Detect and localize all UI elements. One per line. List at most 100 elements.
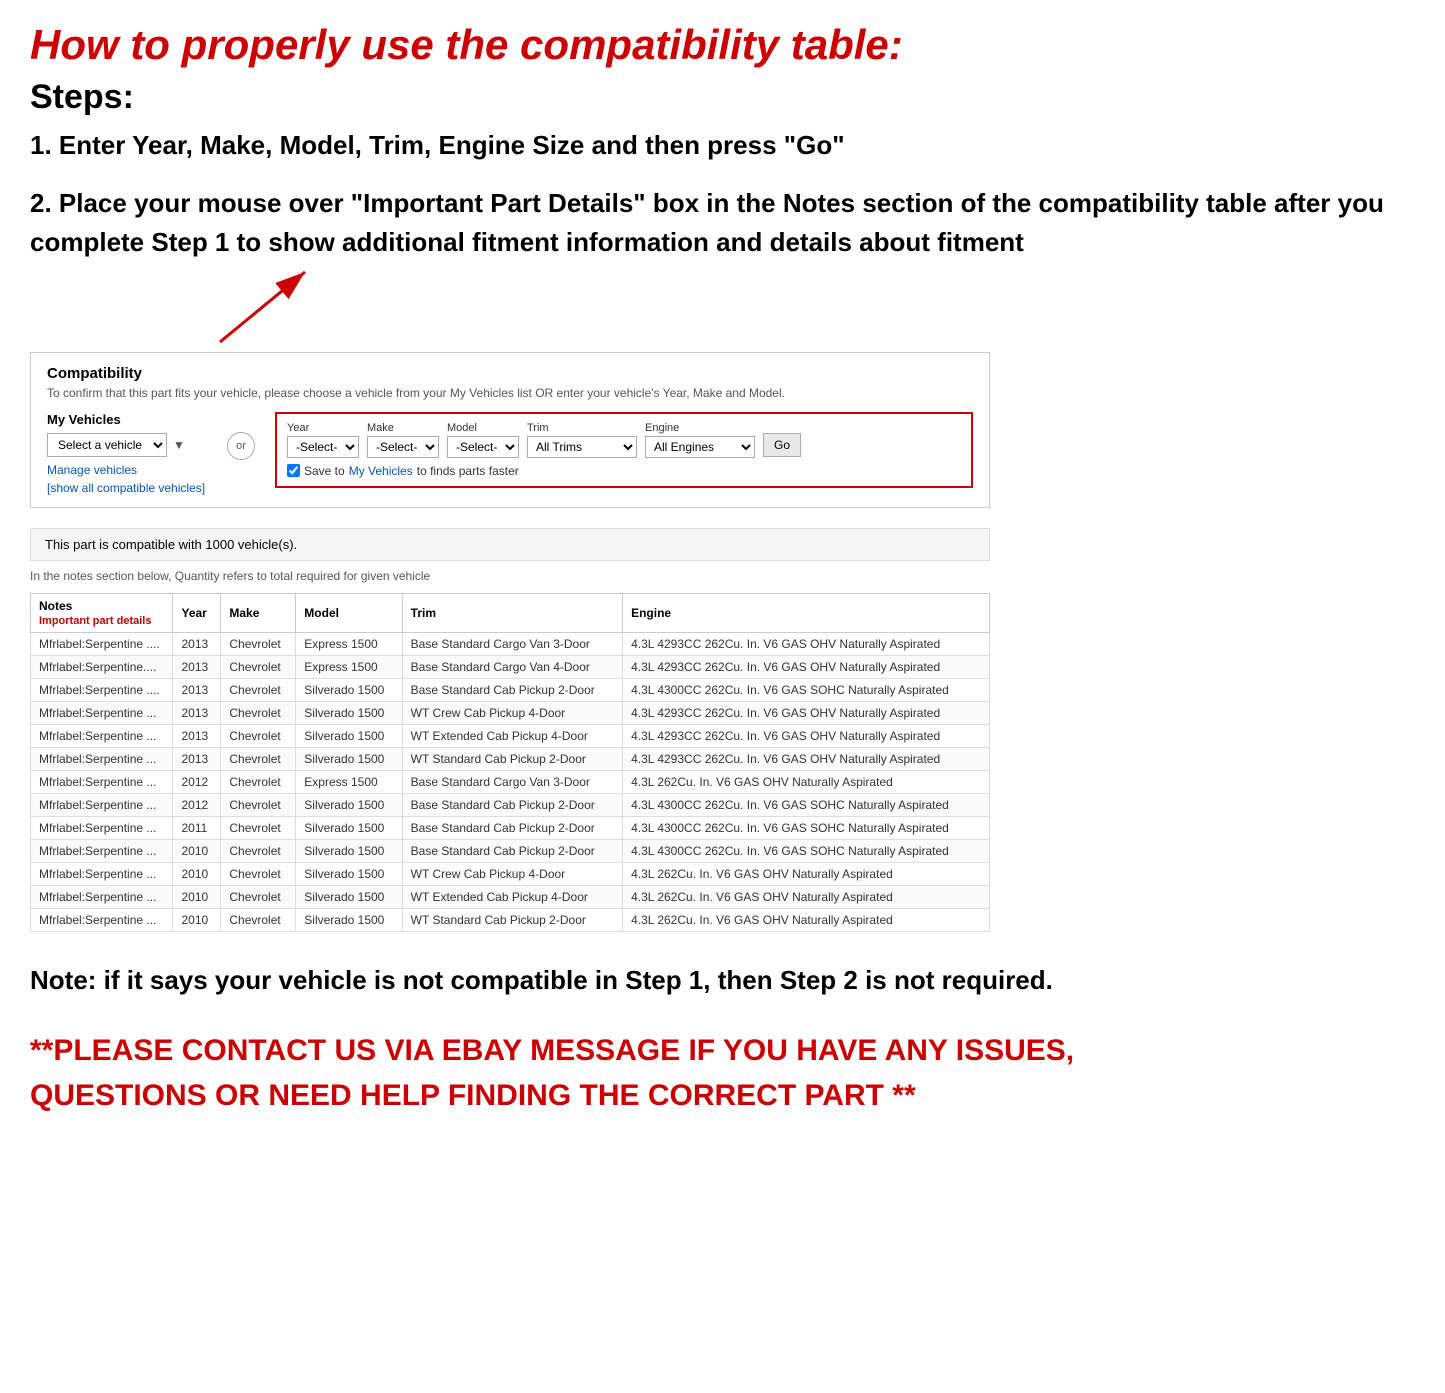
table-row: Mfrlabel:Serpentine ...2010ChevroletSilv… — [31, 908, 990, 931]
compat-table: Notes Important part details Year Make M… — [30, 593, 990, 932]
make-cell: Chevrolet — [221, 793, 296, 816]
engine-cell: 4.3L 4300CC 262Cu. In. V6 GAS SOHC Natur… — [623, 678, 990, 701]
important-part-details-label: Important part details — [39, 615, 151, 627]
model-select[interactable]: -Select- — [447, 436, 519, 458]
engine-header: Engine — [623, 593, 990, 632]
model-cell: Silverado 1500 — [296, 816, 402, 839]
make-select[interactable]: -Select- — [367, 436, 439, 458]
model-cell: Express 1500 — [296, 770, 402, 793]
engine-cell: 4.3L 4293CC 262Cu. In. V6 GAS OHV Natura… — [623, 701, 990, 724]
year-cell: 2012 — [173, 793, 221, 816]
model-cell: Express 1500 — [296, 632, 402, 655]
make-field: Make -Select- — [367, 422, 439, 458]
model-cell: Silverado 1500 — [296, 724, 402, 747]
dropdown-arrow-icon: ▼ — [173, 438, 185, 452]
trim-label: Trim — [527, 422, 637, 434]
trim-cell: Base Standard Cargo Van 4-Door — [402, 655, 622, 678]
year-cell: 2011 — [173, 816, 221, 839]
make-cell: Chevrolet — [221, 701, 296, 724]
form-row: Year -Select- Make -Select- Model -Selec… — [287, 422, 961, 458]
notes-cell: Mfrlabel:Serpentine ... — [31, 816, 173, 839]
notes-cell: Mfrlabel:Serpentine ... — [31, 839, 173, 862]
vehicle-select[interactable]: Select a vehicle — [47, 433, 167, 457]
table-row: Mfrlabel:Serpentine....2013ChevroletExpr… — [31, 655, 990, 678]
engine-cell: 4.3L 4300CC 262Cu. In. V6 GAS SOHC Natur… — [623, 816, 990, 839]
year-cell: 2013 — [173, 632, 221, 655]
trim-cell: WT Standard Cab Pickup 2-Door — [402, 747, 622, 770]
model-cell: Silverado 1500 — [296, 908, 402, 931]
step2-text: 2. Place your mouse over "Important Part… — [30, 184, 1415, 262]
go-button[interactable]: Go — [763, 433, 801, 457]
trim-cell: WT Crew Cab Pickup 4-Door — [402, 701, 622, 724]
year-cell: 2013 — [173, 724, 221, 747]
contact-text: **PLEASE CONTACT US VIA EBAY MESSAGE IF … — [30, 1028, 1130, 1118]
year-cell: 2013 — [173, 655, 221, 678]
notes-cell: Mfrlabel:Serpentine ... — [31, 701, 173, 724]
trim-cell: WT Crew Cab Pickup 4-Door — [402, 862, 622, 885]
main-title: How to properly use the compatibility ta… — [30, 20, 1415, 70]
vehicle-form-box: Year -Select- Make -Select- Model -Selec… — [275, 412, 973, 488]
compat-subtitle: To confirm that this part fits your vehi… — [47, 386, 973, 400]
compatibility-container: Compatibility To confirm that this part … — [30, 352, 990, 508]
engine-cell: 4.3L 4293CC 262Cu. In. V6 GAS OHV Natura… — [623, 632, 990, 655]
year-cell: 2013 — [173, 747, 221, 770]
table-header-row: Notes Important part details Year Make M… — [31, 593, 990, 632]
model-header: Model — [296, 593, 402, 632]
year-cell: 2010 — [173, 839, 221, 862]
notes-cell: Mfrlabel:Serpentine .... — [31, 632, 173, 655]
make-cell: Chevrolet — [221, 839, 296, 862]
save-checkbox[interactable] — [287, 464, 300, 477]
note-text: Note: if it says your vehicle is not com… — [30, 962, 1130, 998]
model-cell: Silverado 1500 — [296, 678, 402, 701]
trim-cell: Base Standard Cargo Van 3-Door — [402, 632, 622, 655]
compat-title: Compatibility — [47, 365, 973, 382]
year-field: Year -Select- — [287, 422, 359, 458]
model-label: Model — [447, 422, 519, 434]
save-checkbox-row: Save to My Vehicles to finds parts faste… — [287, 464, 961, 478]
engine-cell: 4.3L 262Cu. In. V6 GAS OHV Naturally Asp… — [623, 908, 990, 931]
table-row: Mfrlabel:Serpentine ...2010ChevroletSilv… — [31, 885, 990, 908]
steps-heading: Steps: — [30, 78, 1415, 117]
save-text: Save to — [304, 464, 345, 478]
show-compatible-link[interactable]: [show all compatible vehicles] — [47, 481, 207, 495]
trim-cell: WT Standard Cab Pickup 2-Door — [402, 908, 622, 931]
table-row: Mfrlabel:Serpentine ...2010ChevroletSilv… — [31, 862, 990, 885]
engine-cell: 4.3L 4300CC 262Cu. In. V6 GAS SOHC Natur… — [623, 839, 990, 862]
notes-cell: Mfrlabel:Serpentine ... — [31, 885, 173, 908]
table-row: Mfrlabel:Serpentine ...2012ChevroletSilv… — [31, 793, 990, 816]
compat-notice: This part is compatible with 1000 vehicl… — [30, 528, 990, 561]
notes-cell: Mfrlabel:Serpentine ... — [31, 724, 173, 747]
engine-select[interactable]: All Engines — [645, 436, 755, 458]
model-cell: Silverado 1500 — [296, 701, 402, 724]
notes-cell: Mfrlabel:Serpentine ... — [31, 908, 173, 931]
save-suffix: to finds parts faster — [417, 464, 519, 478]
table-row: Mfrlabel:Serpentine ...2013ChevroletSilv… — [31, 701, 990, 724]
trim-cell: Base Standard Cab Pickup 2-Door — [402, 793, 622, 816]
year-label: Year — [287, 422, 359, 434]
notes-cell: Mfrlabel:Serpentine.... — [31, 655, 173, 678]
engine-cell: 4.3L 4293CC 262Cu. In. V6 GAS OHV Natura… — [623, 655, 990, 678]
year-cell: 2012 — [173, 770, 221, 793]
make-cell: Chevrolet — [221, 632, 296, 655]
my-vehicles-label: My Vehicles — [47, 412, 207, 427]
year-cell: 2010 — [173, 885, 221, 908]
notes-cell: Mfrlabel:Serpentine ... — [31, 770, 173, 793]
year-cell: 2010 — [173, 862, 221, 885]
trim-cell: Base Standard Cargo Van 3-Door — [402, 770, 622, 793]
engine-label: Engine — [645, 422, 755, 434]
trim-cell: WT Extended Cab Pickup 4-Door — [402, 885, 622, 908]
table-row: Mfrlabel:Serpentine ...2013ChevroletSilv… — [31, 747, 990, 770]
year-cell: 2010 — [173, 908, 221, 931]
model-cell: Silverado 1500 — [296, 862, 402, 885]
table-row: Mfrlabel:Serpentine ...2011ChevroletSilv… — [31, 816, 990, 839]
trim-select[interactable]: All Trims — [527, 436, 637, 458]
notes-cell: Mfrlabel:Serpentine ... — [31, 793, 173, 816]
manage-vehicles-link[interactable]: Manage vehicles — [47, 463, 207, 477]
my-vehicles-link[interactable]: My Vehicles — [349, 464, 413, 478]
year-select[interactable]: -Select- — [287, 436, 359, 458]
model-cell: Express 1500 — [296, 655, 402, 678]
engine-field: Engine All Engines — [645, 422, 755, 458]
trim-cell: Base Standard Cab Pickup 2-Door — [402, 816, 622, 839]
make-cell: Chevrolet — [221, 885, 296, 908]
trim-field: Trim All Trims — [527, 422, 637, 458]
